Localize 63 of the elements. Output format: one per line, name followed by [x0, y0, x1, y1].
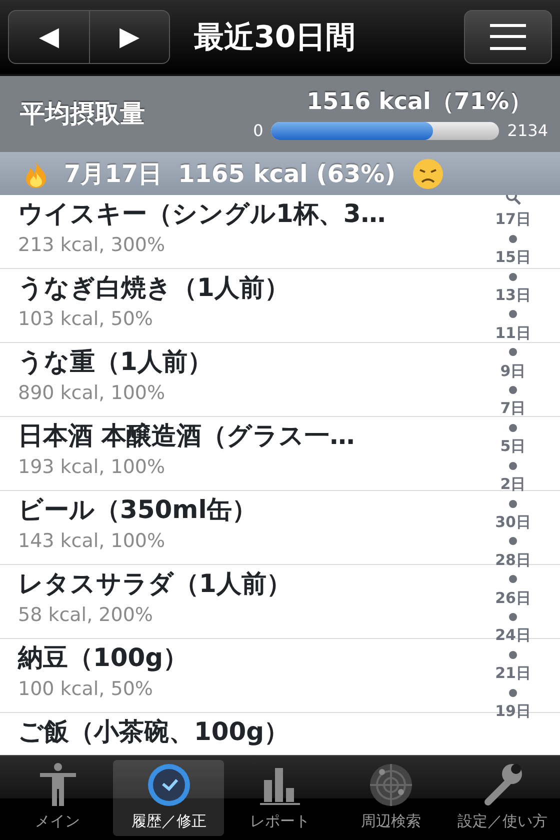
- index-date[interactable]: 9日: [500, 364, 526, 379]
- food-calories: 100 kcal, 50%: [18, 676, 153, 702]
- index-date[interactable]: 13日: [495, 288, 531, 304]
- index-date[interactable]: 15日: [495, 250, 531, 266]
- index-dot[interactable]: [509, 500, 517, 508]
- food-calories: 58 kcal, 200%: [18, 602, 153, 628]
- average-intake-value: 1516 kcal（71%）: [306, 88, 532, 117]
- person-icon: [38, 762, 78, 806]
- menu-button[interactable]: [464, 10, 552, 64]
- index-dot[interactable]: [509, 272, 517, 281]
- tab-bar-item[interactable]: メイン: [2, 760, 114, 836]
- index-date[interactable]: 30日: [495, 514, 531, 530]
- food-calories: 143 kcal, 100%: [18, 528, 166, 554]
- bar-max-label: 2134: [507, 120, 548, 142]
- index-date[interactable]: 21日: [495, 666, 531, 682]
- tab-bar-item[interactable]: 履歴／修正: [113, 760, 224, 836]
- index-dot[interactable]: [509, 348, 517, 356]
- food-name: 日本酒 本醸造酒（グラス一…: [18, 420, 355, 452]
- day-total: 1165 kcal (63%): [178, 158, 396, 190]
- index-date[interactable]: 17日: [495, 212, 531, 228]
- index-date[interactable]: 19日: [495, 704, 531, 719]
- food-name: うな重（1人前）: [18, 346, 212, 378]
- index-dot[interactable]: [509, 688, 517, 697]
- index-dot[interactable]: [509, 424, 517, 432]
- index-dot[interactable]: [509, 386, 517, 394]
- index-date[interactable]: 26日: [495, 590, 531, 606]
- clock-icon: [146, 762, 192, 806]
- index-dot[interactable]: [509, 234, 517, 243]
- index-dot[interactable]: [509, 310, 517, 318]
- index-date[interactable]: 5日: [500, 439, 526, 454]
- food-name: ウイスキー（シングル1杯、3…: [18, 198, 386, 230]
- index-date[interactable]: 24日: [495, 628, 531, 644]
- menu-icon: [490, 22, 526, 52]
- sad-face-icon: [412, 158, 444, 190]
- index-date[interactable]: 2日: [500, 477, 526, 492]
- index-dot[interactable]: [509, 612, 517, 621]
- next-button[interactable]: ▶: [89, 11, 169, 63]
- tab-bar-item[interactable]: 周辺検索: [336, 760, 447, 836]
- index-dot[interactable]: [509, 537, 517, 546]
- food-calories: 890 kcal, 100%: [18, 380, 166, 406]
- day-date: 7月17日: [64, 158, 162, 190]
- radar-icon: [368, 762, 414, 806]
- food-name: レタスサラダ（1人前）: [18, 568, 292, 600]
- previous-button[interactable]: ◀: [9, 11, 89, 63]
- average-intake-label: 平均摂取量: [20, 98, 145, 130]
- food-name: ご飯（小茶碗、100g）: [18, 716, 290, 748]
- food-name: うなぎ白焼き（1人前）: [18, 272, 290, 304]
- index-date[interactable]: 7日: [500, 401, 526, 416]
- food-calories: 103 kcal, 50%: [18, 306, 153, 332]
- index-dot[interactable]: [509, 462, 517, 470]
- food-name: ビール（350ml缶）: [18, 494, 257, 526]
- tab-bar-item[interactable]: 設定／使い方: [446, 760, 558, 836]
- food-calories: 213 kcal, 300%: [18, 232, 166, 258]
- bar-min-label: 0: [253, 120, 264, 142]
- page-title: 最近30日間: [194, 18, 356, 56]
- tab-bar-item[interactable]: レポート: [224, 760, 336, 836]
- flame-icon: [24, 160, 48, 188]
- index-date[interactable]: 11日: [495, 326, 531, 341]
- food-name: 納豆（100g）: [18, 642, 188, 674]
- food-calories: 193 kcal, 100%: [18, 454, 166, 480]
- index-dot[interactable]: [509, 650, 517, 659]
- index-dot[interactable]: [509, 575, 517, 584]
- index-date[interactable]: 28日: [495, 552, 531, 568]
